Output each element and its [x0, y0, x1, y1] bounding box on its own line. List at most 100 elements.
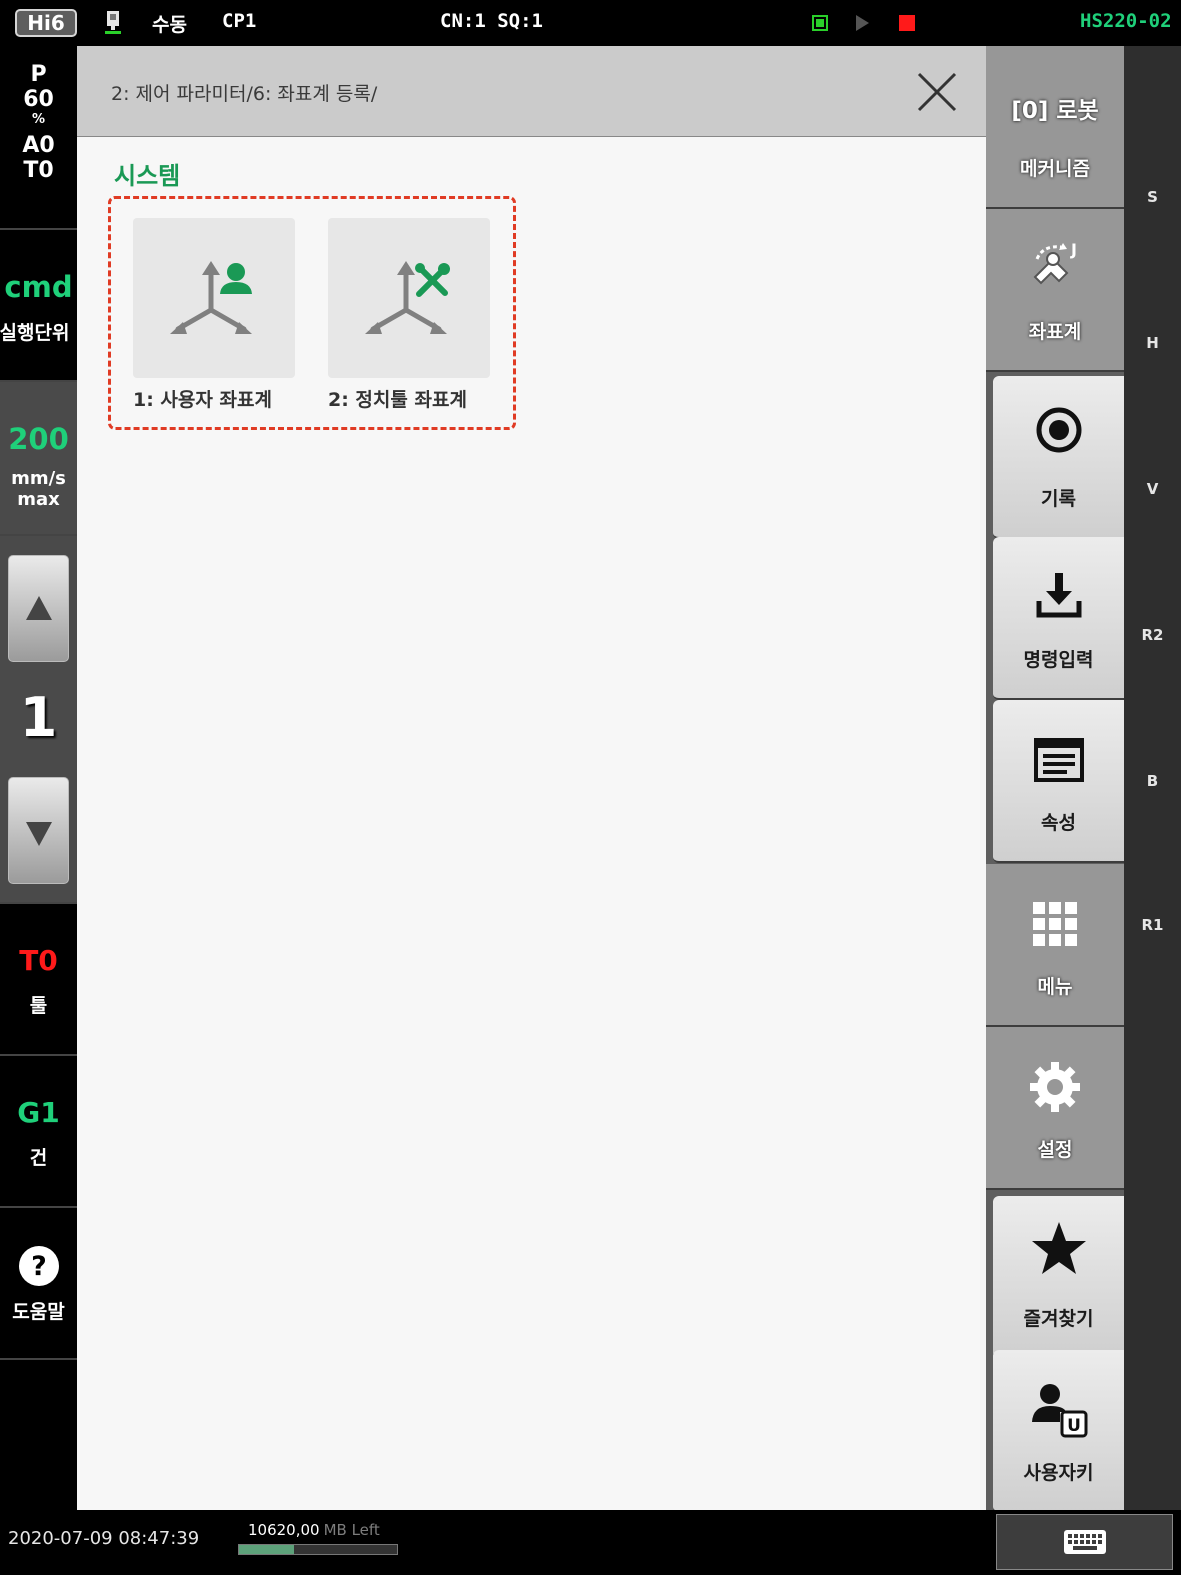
speed-mode: max	[17, 489, 60, 510]
date-time: 2020-07-09 08:47:39	[8, 1528, 200, 1549]
execution-unit-label: 실행단위	[0, 322, 70, 344]
star-icon	[1031, 1222, 1086, 1274]
a-value: A0	[22, 133, 55, 158]
menu-label: 메뉴	[1037, 976, 1073, 998]
override-value: 60	[23, 87, 54, 112]
step-block: 1	[0, 536, 77, 904]
settings-button[interactable]: 설정	[986, 1027, 1124, 1190]
record-button[interactable]: 기록	[993, 376, 1124, 539]
record-icon	[1036, 407, 1081, 453]
coordinate-system-button[interactable]: J 좌표계	[986, 209, 1124, 372]
svg-text:?: ?	[31, 1251, 47, 1282]
override-label: P	[30, 62, 47, 87]
mechanism-button[interactable]: [0] 로봇 메커니즘	[986, 46, 1124, 209]
svg-text:U: U	[1067, 1416, 1081, 1436]
command-input-label: 명령입력	[1023, 649, 1094, 671]
step-value: 1	[19, 686, 58, 749]
speed-unit: mm/s	[11, 468, 66, 489]
override-unit: %	[31, 112, 46, 127]
tool-value: T0	[19, 944, 58, 977]
user-coordinate-icon	[170, 261, 252, 334]
axis-label[interactable]: S	[1124, 188, 1181, 206]
axis-label-column: S H V R2 B R1	[1124, 46, 1181, 1510]
main-content: 2: 제어 파라미터/6: 좌표계 등록/ 시스템 1: 사용자 좌표계 2: …	[77, 46, 986, 1510]
robot-model: HS220-02	[1080, 10, 1172, 32]
tile-label: 1: 사용자 좌표계	[133, 389, 272, 411]
property-window-icon	[1033, 738, 1084, 782]
speed-value: 200	[8, 422, 69, 456]
keyboard-icon	[1064, 1530, 1106, 1554]
memory-bar	[238, 1544, 398, 1555]
gun-value: G1	[17, 1096, 60, 1129]
tile-label: 2: 정치툴 좌표계	[328, 389, 467, 411]
program-name: CP1	[222, 10, 257, 32]
user-key-label: 사용자키	[1023, 1462, 1094, 1484]
arrow-down-icon	[26, 822, 52, 846]
favorites-button[interactable]: 즐겨찾기	[993, 1196, 1124, 1359]
section-title-system: 시스템	[114, 162, 181, 190]
tool-label: 툴	[29, 995, 48, 1017]
user-coordinate-tile[interactable]: 1: 사용자 좌표계	[133, 218, 295, 412]
override-block[interactable]: P 60 % A0 T0	[0, 46, 77, 230]
top-status-bar: Hi6 수동 CP1 CN:1 SQ:1 HS220-02	[0, 0, 1181, 46]
keyboard-button[interactable]	[996, 1514, 1173, 1570]
help-block[interactable]: ? 도움말	[0, 1208, 77, 1360]
command-input-button[interactable]: 명령입력	[993, 537, 1124, 700]
record-label: 기록	[1041, 488, 1076, 510]
menu-button[interactable]: 메뉴	[986, 864, 1124, 1027]
settings-label: 설정	[1037, 1139, 1073, 1161]
speed-block[interactable]: 200 mm/s max	[0, 382, 77, 536]
axis-label[interactable]: H	[1124, 334, 1181, 352]
property-label: 속성	[1041, 812, 1076, 834]
favorites-label: 즐겨찾기	[1023, 1308, 1094, 1330]
coordinate-tile-group: 1: 사용자 좌표계 2: 정치툴 좌표계	[108, 196, 516, 430]
download-icon	[1036, 573, 1081, 618]
fixed-tool-coordinate-icon	[365, 261, 450, 334]
fixed-tool-coordinate-tile[interactable]: 2: 정치툴 좌표계	[328, 218, 490, 412]
memory-value: 10620,00	[248, 1521, 320, 1539]
user-key-icon: U	[1031, 1384, 1087, 1438]
gun-block[interactable]: G1 건	[0, 1056, 77, 1208]
cn-sq-status: CN:1 SQ:1	[440, 10, 543, 32]
tile-icon-box	[328, 218, 490, 378]
coordinate-system-label: 좌표계	[1028, 321, 1082, 343]
left-status-column: P 60 % A0 T0 cmd 실행단위 200 mm/s max 1 T0 …	[0, 46, 77, 1510]
operation-mode: 수동	[152, 14, 187, 36]
gear-icon	[1030, 1062, 1080, 1112]
tool-block[interactable]: T0 툴	[0, 904, 77, 1056]
arrow-up-icon	[26, 596, 52, 620]
cmd-label: cmd	[4, 270, 73, 304]
memory-status: 10620,00 MB Left	[248, 1521, 380, 1539]
tile-icon-box	[133, 218, 295, 378]
help-label: 도움말	[12, 1301, 65, 1323]
memory-unit: MB Left	[323, 1521, 380, 1539]
function-button-column: [0] 로봇 메커니즘 J 좌표계 기록 명령입력 속성 메뉴 설정 즐겨찾기 …	[986, 46, 1124, 1513]
hi6-logo[interactable]: Hi6	[15, 9, 77, 37]
grid-menu-icon	[1033, 902, 1077, 946]
mechanism-label: 메커니즘	[1020, 158, 1090, 180]
breadcrumb-bar: 2: 제어 파라미터/6: 좌표계 등록/	[77, 46, 986, 137]
play-indicator	[856, 15, 869, 31]
stop-indicator	[899, 15, 915, 31]
bottom-status-bar: 2020-07-09 08:47:39 10620,00 MB Left	[0, 1510, 1181, 1575]
robot-prefix: [0] 로봇	[1011, 98, 1099, 124]
property-button[interactable]: 속성	[993, 700, 1124, 863]
t-value: T0	[23, 158, 54, 183]
axis-label[interactable]: B	[1124, 772, 1181, 790]
step-up-button[interactable]	[8, 555, 69, 662]
memory-bar-fill	[239, 1545, 295, 1554]
breadcrumb: 2: 제어 파라미터/6: 좌표계 등록/	[111, 83, 378, 105]
user-key-button[interactable]: U 사용자키	[993, 1350, 1124, 1513]
teach-pendant-icon	[105, 11, 121, 34]
execution-unit-block[interactable]: cmd 실행단위	[0, 230, 77, 382]
axis-label[interactable]: R1	[1124, 916, 1181, 934]
axis-label[interactable]: V	[1124, 480, 1181, 498]
gun-label: 건	[29, 1147, 48, 1169]
svg-text:J: J	[1070, 240, 1077, 259]
axis-label[interactable]: R2	[1124, 626, 1181, 644]
joint-coordinate-icon: J	[1033, 240, 1077, 285]
help-icon: ?	[18, 1246, 59, 1286]
close-icon[interactable]	[915, 70, 959, 114]
step-down-button[interactable]	[8, 777, 69, 884]
run-ready-indicator	[812, 15, 828, 31]
